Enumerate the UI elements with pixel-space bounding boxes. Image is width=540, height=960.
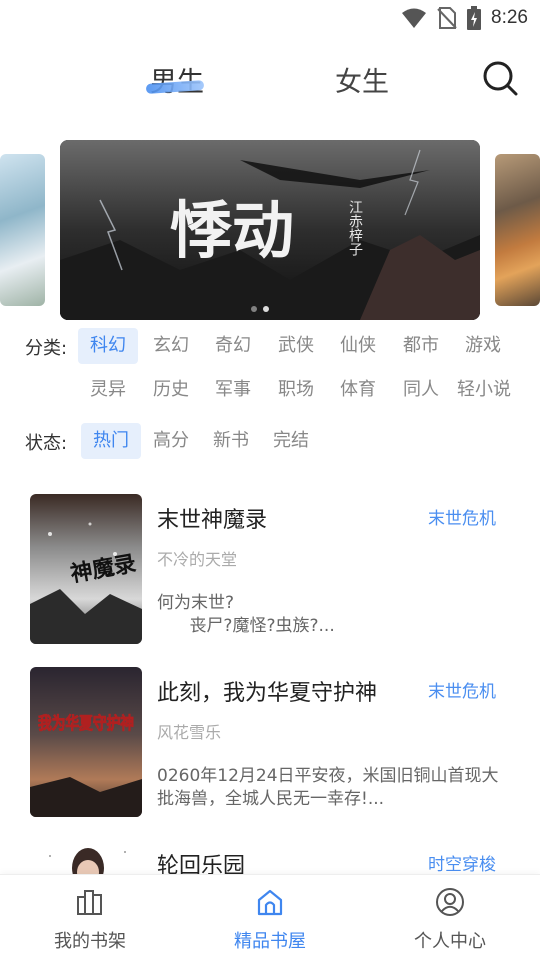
wifi-icon xyxy=(402,8,427,28)
search-button[interactable] xyxy=(480,58,520,98)
book-tag[interactable]: 时空穿梭 xyxy=(428,850,496,874)
category-chip[interactable]: 仙侠 xyxy=(328,328,388,364)
house-icon xyxy=(257,889,283,916)
banner-prev-card[interactable] xyxy=(0,154,45,306)
book-cover[interactable]: 神魔录 xyxy=(30,494,142,644)
book-cover-art: 神魔录 xyxy=(30,494,142,644)
status-icons: 8:26 xyxy=(401,6,528,30)
book-list-item[interactable]: 我为华夏守护神 此刻，我为华夏守护神 末世危机 风花雪乐 0260年12月24日… xyxy=(0,667,540,817)
tab-female[interactable]: 女生 xyxy=(335,60,389,99)
status-time: 8:26 xyxy=(491,7,528,28)
category-chip[interactable]: 灵异 xyxy=(78,372,138,408)
book-cover-art xyxy=(30,838,142,874)
top-tabs: 男生 女生 xyxy=(0,52,540,108)
category-chip[interactable]: 体育 xyxy=(328,372,388,408)
status-bar: 8:26 xyxy=(0,0,540,36)
banner-next-card[interactable] xyxy=(495,154,540,306)
status-chip[interactable]: 热门 xyxy=(81,423,141,459)
no-sim-icon xyxy=(437,7,457,29)
category-chip[interactable]: 游戏 xyxy=(453,328,513,364)
category-chip[interactable]: 武侠 xyxy=(266,328,326,364)
nav-label: 精品书屋 xyxy=(234,931,306,952)
book-tag[interactable]: 末世危机 xyxy=(428,504,496,529)
book-cover-title: 我为华夏守护神 xyxy=(38,713,134,734)
category-chip[interactable]: 轻小说 xyxy=(453,372,515,408)
category-chip[interactable]: 同人 xyxy=(391,372,451,408)
category-chip[interactable]: 职场 xyxy=(266,372,326,408)
nav-premium-store[interactable]: 精品书屋 xyxy=(180,875,360,960)
banner-artwork: 悸动 江赤梓子 xyxy=(60,140,480,320)
status-chip[interactable]: 新书 xyxy=(201,423,261,459)
book-tag[interactable]: 末世危机 xyxy=(428,677,496,702)
book-cover-art: 我为华夏守护神 xyxy=(30,667,142,817)
category-chip[interactable]: 都市 xyxy=(391,328,451,364)
nav-label: 个人中心 xyxy=(414,931,486,952)
category-chip[interactable]: 军事 xyxy=(203,372,263,408)
battery-charging-icon xyxy=(467,6,482,30)
category-chip[interactable]: 奇幻 xyxy=(203,328,263,364)
book-list-item[interactable]: 轮回乐园 时空穿梭 xyxy=(0,838,540,874)
banner-dot-active xyxy=(263,306,269,312)
book-list-item[interactable]: 神魔录 末世神魔录 末世危机 不冷的天堂 何为末世? 丧尸?魔怪?虫族?... xyxy=(0,494,540,644)
book-title: 此刻，我为华夏守护神 xyxy=(157,681,378,706)
nav-profile[interactable]: 个人中心 xyxy=(360,875,540,960)
banner-dot xyxy=(251,306,257,312)
banner-main[interactable]: 悸动 江赤梓子 xyxy=(60,140,480,320)
book-cover[interactable] xyxy=(30,838,142,874)
book-author: 不冷的天堂 xyxy=(157,550,238,569)
category-filter-row-1: 分类: 科幻 玄幻 奇幻 武侠 仙侠 都市 游戏 xyxy=(0,328,540,364)
bottom-nav: 我的书架 精品书屋 个人中心 xyxy=(0,874,540,960)
category-chip[interactable]: 历史 xyxy=(141,372,201,408)
category-chip[interactable]: 科幻 xyxy=(78,328,138,364)
category-filter-label: 分类: xyxy=(25,338,68,359)
banner-carousel[interactable]: 悸动 江赤梓子 xyxy=(0,140,540,320)
book-title: 末世神魔录 xyxy=(157,508,268,533)
status-filter-row: 状态: 热门 高分 新书 完结 xyxy=(0,423,540,459)
banner-pagination xyxy=(251,306,269,312)
category-chip[interactable]: 玄幻 xyxy=(141,328,201,364)
nav-label: 我的书架 xyxy=(54,931,126,952)
book-description: 何为末世? 丧尸?魔怪?虫族?... xyxy=(157,593,335,636)
status-filter-label: 状态: xyxy=(25,433,68,454)
book-cover[interactable]: 我为华夏守护神 xyxy=(30,667,142,817)
user-circle-icon xyxy=(436,888,464,916)
category-filter-row-2: 灵异 历史 军事 职场 体育 同人 轻小说 xyxy=(0,372,540,408)
banner-title-art: 悸动 xyxy=(170,194,294,267)
nav-bookshelf[interactable]: 我的书架 xyxy=(0,875,180,960)
status-chip[interactable]: 高分 xyxy=(141,423,201,459)
status-chip[interactable]: 完结 xyxy=(261,423,321,459)
book-author: 风花雪乐 xyxy=(157,723,222,742)
book-title: 轮回乐园 xyxy=(157,854,246,874)
banner-author-art: 江赤梓子 xyxy=(347,200,363,256)
book-description: 0260年12月24日平安夜，米国旧铜山首现大批海兽，全城人民无一幸存!... xyxy=(157,766,499,809)
bookshelf-icon xyxy=(77,890,102,915)
search-icon xyxy=(483,61,518,96)
